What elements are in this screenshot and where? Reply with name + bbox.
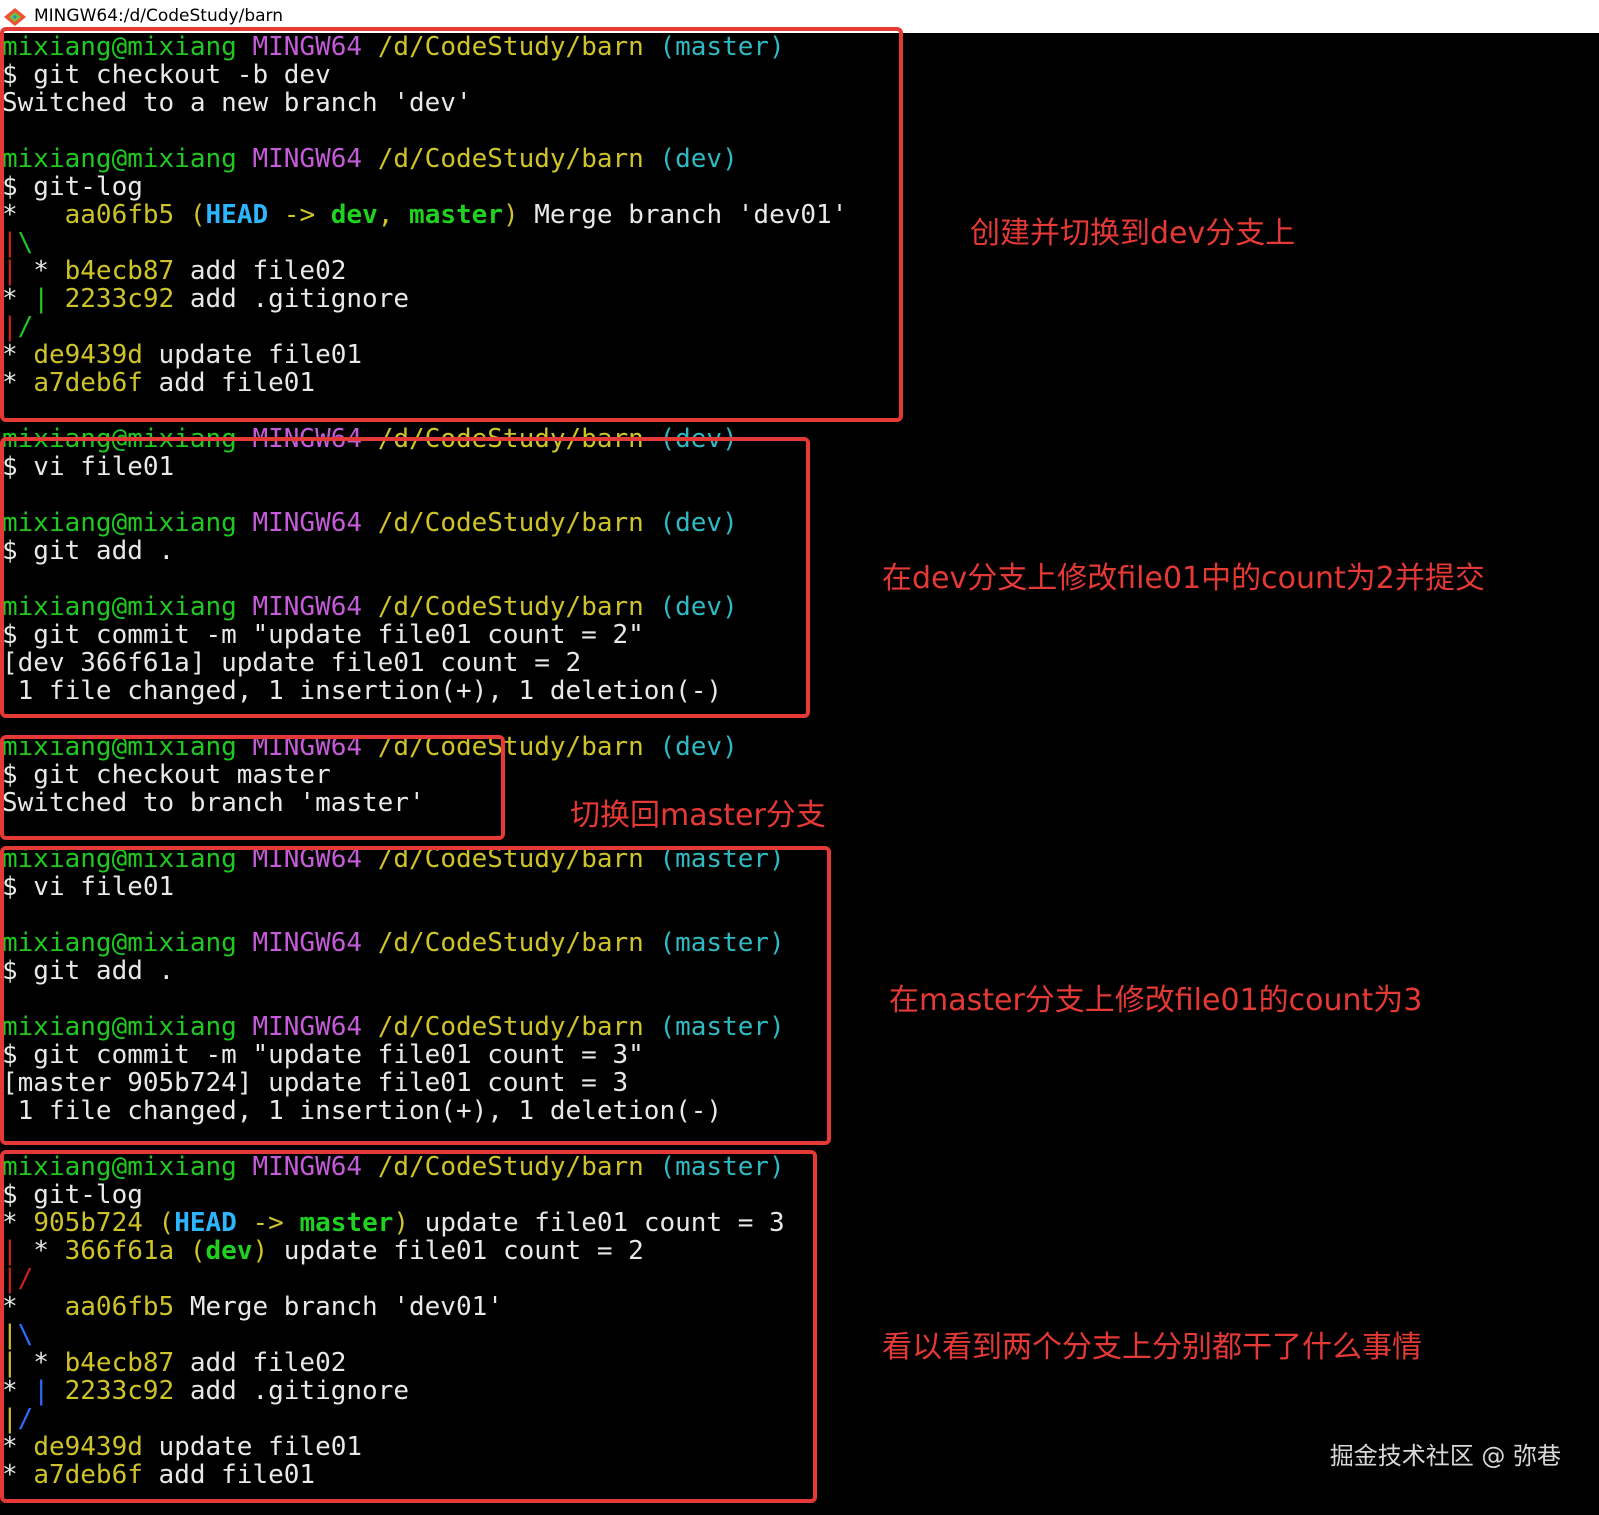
watermark: 掘金技术社区 @ 弥巷: [1329, 1442, 1561, 1470]
git-bash-icon: [4, 8, 26, 26]
prompt-branch: (dev): [659, 732, 738, 762]
annotation-create-dev: 创建并切换到dev分支上: [970, 216, 1296, 251]
highlight-box-final-log: [0, 1150, 817, 1503]
annotation-checkout-master: 切换回master分支: [570, 798, 826, 833]
annotation-dev-commit: 在dev分支上修改file01中的count为2并提交: [882, 561, 1485, 596]
annotation-final-log: 看以看到两个分支上分别都干了什么事情: [882, 1330, 1422, 1365]
highlight-box-dev-commit: [0, 437, 810, 718]
annotation-master-commit: 在master分支上修改file01的count为3: [889, 983, 1423, 1018]
highlight-box-master-commit: [0, 846, 831, 1145]
highlight-box-checkout-master: [0, 735, 505, 840]
highlight-box-create-dev: [0, 27, 903, 422]
